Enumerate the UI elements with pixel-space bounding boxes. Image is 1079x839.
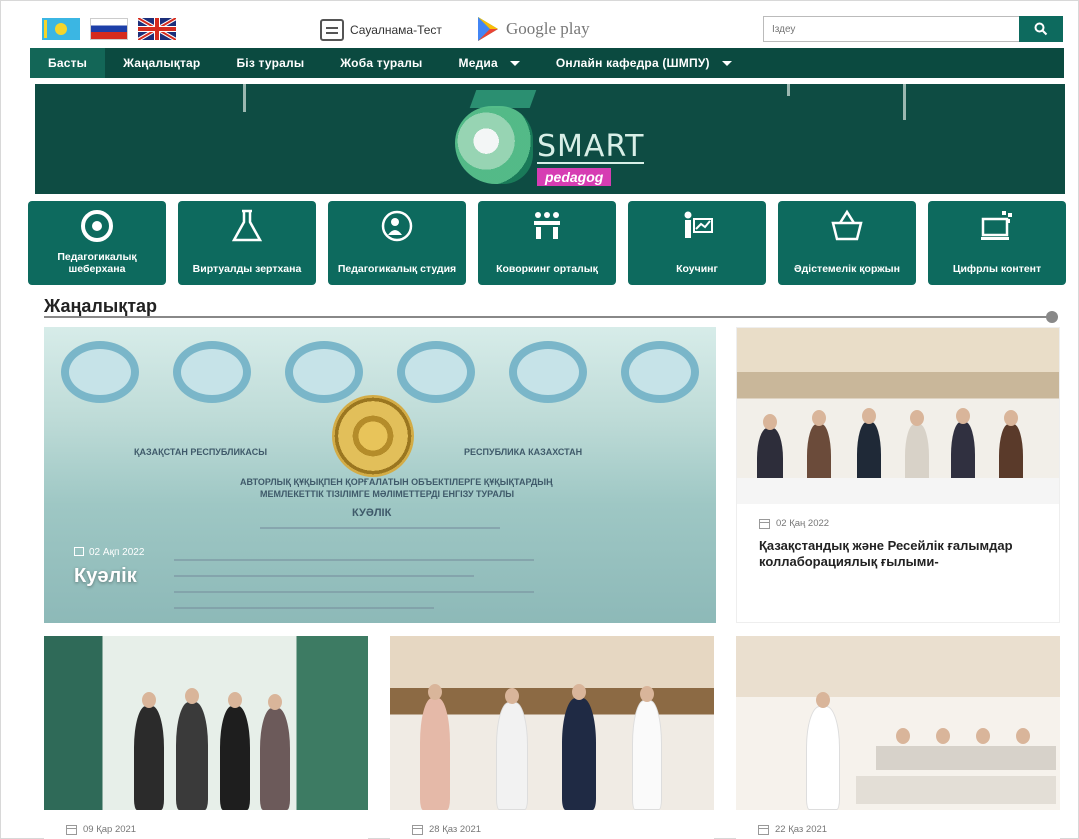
survey-icon xyxy=(320,19,344,41)
news-date: 22 Қаз 2021 xyxy=(758,824,827,835)
doc-text: АВТОРЛЫҚ ҚҰҚЫҚПЕН ҚОРҒАЛАТЫН ОБЪЕКТІЛЕРГ… xyxy=(240,477,553,487)
basket-icon xyxy=(831,209,863,241)
flag-ru-icon[interactable] xyxy=(90,18,128,40)
tile-methodical-basket[interactable]: Әдістемелік қоржын xyxy=(778,201,916,285)
main-nav: Басты Жаңалықтар Біз туралы Жоба туралы … xyxy=(30,48,1064,78)
tile-label: Виртуалды зертхана xyxy=(192,263,302,275)
featured-news-card[interactable]: ҚАЗАҚСТАН РЕСПУБЛИКАСЫ РЕСПУБЛИКА КАЗАХС… xyxy=(44,327,716,623)
news-date: 02 Қаң 2022 xyxy=(759,518,829,529)
divider-dot xyxy=(1046,311,1058,323)
news-section-title: Жаңалықтар xyxy=(44,296,158,316)
nav-label: Жоба туралы xyxy=(340,56,423,70)
google-play-label: Google play xyxy=(506,19,590,38)
news-photo xyxy=(390,636,714,810)
nav-item-home[interactable]: Басты xyxy=(30,48,106,78)
news-title[interactable]: Қазақстандық және Ресейлік ғалымдар колл… xyxy=(759,538,1049,570)
smart-pedagog-logo[interactable]: SMART pedagog xyxy=(455,90,665,190)
tile-label: Коучинг xyxy=(676,263,718,275)
news-photo xyxy=(44,636,368,810)
date-text: 09 Қар 2021 xyxy=(83,824,137,835)
survey-link[interactable]: Сауалнама-Тест xyxy=(320,18,442,42)
doc-text: МЕМЛЕКЕТТІК ТІЗІЛІМГЕ МӘЛІМЕТТЕРДІ ЕНГІЗ… xyxy=(260,489,515,499)
feature-date: 02 Ақп 2022 xyxy=(74,547,144,558)
tile-virtual-lab[interactable]: Виртуалды зертхана xyxy=(178,201,316,285)
search-button[interactable] xyxy=(1019,16,1063,42)
coaching-icon xyxy=(684,211,713,238)
tile-coworking[interactable]: Коворкинг орталық xyxy=(478,201,616,285)
search-box xyxy=(763,16,1063,42)
search-input[interactable] xyxy=(763,16,1019,42)
logo-text-smart: SMART xyxy=(537,129,645,164)
nav-item-news[interactable]: Жаңалықтар xyxy=(105,48,218,78)
calendar-icon xyxy=(758,824,769,835)
calendar-icon xyxy=(66,824,77,835)
doc-text: КУӘЛІК xyxy=(352,507,392,519)
news-photo xyxy=(736,636,1060,810)
flag-kz-icon[interactable] xyxy=(42,18,80,40)
brain-head-icon xyxy=(455,106,533,184)
date-text: 02 Ақп 2022 xyxy=(89,547,145,558)
chevron-down-icon xyxy=(509,60,520,66)
google-play-icon xyxy=(478,17,498,41)
nav-item-project[interactable]: Жоба туралы xyxy=(322,48,440,78)
digital-icon xyxy=(981,211,1012,240)
flask-icon xyxy=(231,209,263,242)
nav-label: Онлайн кафедра (ШМПУ) xyxy=(555,56,710,70)
date-text: 02 Қаң 2022 xyxy=(776,518,830,529)
feature-title[interactable]: Куәлік xyxy=(74,565,137,588)
top-bar: Сауалнама-Тест Google play xyxy=(30,12,1063,48)
nav-label: Басты xyxy=(48,56,88,70)
tile-label: Әдістемелік қоржын xyxy=(794,263,900,275)
category-tiles: Педагогикалық шеберхана Виртуалды зертха… xyxy=(28,201,1068,285)
divider xyxy=(44,316,1054,318)
doc-text: ҚАЗАҚСТАН РЕСПУБЛИКАСЫ xyxy=(134,447,268,457)
nav-label: Біз туралы xyxy=(236,56,305,70)
kazakhstan-emblem-icon xyxy=(332,395,414,477)
chevron-down-icon xyxy=(721,60,732,66)
search-icon xyxy=(1034,22,1048,36)
nav-item-about[interactable]: Біз туралы xyxy=(218,48,322,78)
coworking-icon xyxy=(534,212,560,239)
date-text: 28 Қаз 2021 xyxy=(429,824,482,835)
nav-label: Медиа xyxy=(458,56,498,70)
news-card[interactable]: 28 Қаз 2021 xyxy=(390,636,714,839)
studio-icon xyxy=(381,210,413,242)
nav-item-online-department[interactable]: Онлайн кафедра (ШМПУ) xyxy=(538,48,750,78)
tile-label: Коворкинг орталық xyxy=(496,263,598,275)
calendar-icon xyxy=(759,518,770,529)
nav-item-media[interactable]: Медиа xyxy=(441,48,538,78)
news-date: 28 Қаз 2021 xyxy=(412,824,481,835)
gear-icon xyxy=(81,210,113,242)
news-date: 09 Қар 2021 xyxy=(66,824,136,835)
flag-uk-icon[interactable] xyxy=(138,18,176,40)
logo-text-pedagog: pedagog xyxy=(537,168,612,186)
date-text: 22 Қаз 2021 xyxy=(775,824,828,835)
tile-label: Педагогикалық шеберхана xyxy=(57,251,137,275)
hero-banner: SMART pedagog xyxy=(35,84,1065,194)
tile-label: Цифрлы контент xyxy=(952,263,1042,275)
tile-pedagogical-workshop[interactable]: Педагогикалық шеберхана xyxy=(28,201,166,285)
survey-label: Сауалнама-Тест xyxy=(350,23,442,37)
news-card[interactable]: 09 Қар 2021 xyxy=(44,636,368,839)
calendar-icon xyxy=(412,824,423,835)
tile-label: Педагогикалық студия xyxy=(337,263,457,275)
calendar-icon xyxy=(74,547,84,556)
tile-pedagogical-studio[interactable]: Педагогикалық студия xyxy=(328,201,466,285)
news-card[interactable]: 02 Қаң 2022 Қазақстандық және Ресейлік ғ… xyxy=(736,327,1060,623)
doc-text: РЕСПУБЛИКА КАЗАХСТАН xyxy=(464,447,583,457)
news-photo xyxy=(737,328,1059,504)
tile-digital-content[interactable]: Цифрлы контент xyxy=(928,201,1066,285)
tile-coaching[interactable]: Коучинг xyxy=(628,201,766,285)
google-play-link[interactable]: Google play xyxy=(476,16,590,42)
news-card[interactable]: 22 Қаз 2021 xyxy=(736,636,1060,839)
nav-label: Жаңалықтар xyxy=(123,56,201,70)
